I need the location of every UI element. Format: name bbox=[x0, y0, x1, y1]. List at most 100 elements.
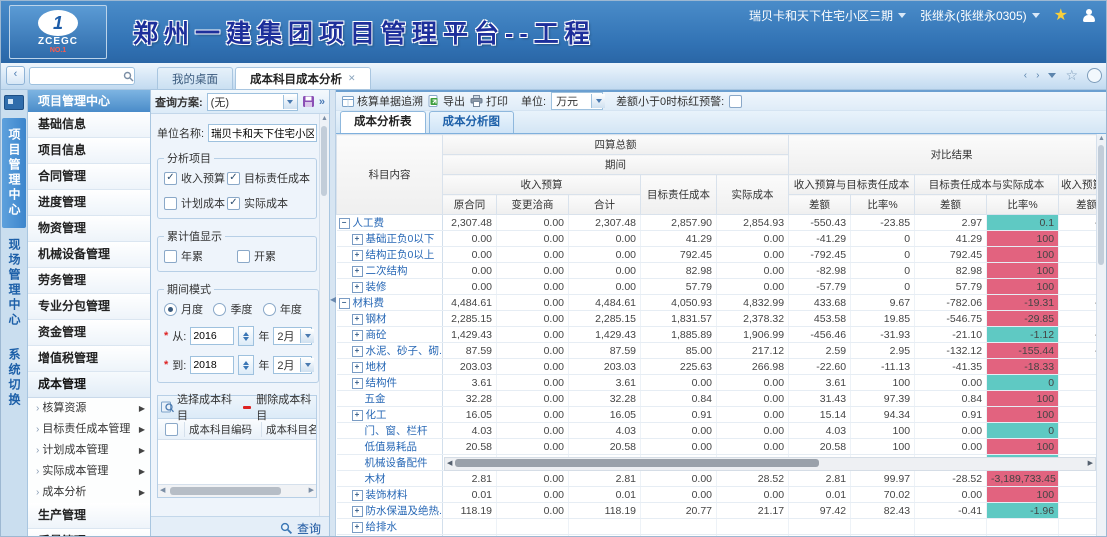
expand-icon[interactable]: + bbox=[352, 314, 363, 325]
subject-cell[interactable]: −材料费 bbox=[337, 295, 443, 311]
analysis-option-收入预算[interactable]: ✓收入预算 bbox=[164, 170, 227, 186]
delete-minus-icon[interactable] bbox=[243, 406, 252, 409]
query-v-scrollbar[interactable]: ▲ bbox=[319, 114, 329, 516]
rail-item-系统切换[interactable]: 系统切换 bbox=[2, 338, 26, 418]
checkbox-checked[interactable]: ✓ bbox=[227, 172, 240, 185]
sidebar-item-成本管理[interactable]: 成本管理 bbox=[28, 372, 150, 398]
radio-selected[interactable] bbox=[164, 303, 177, 316]
grid-h-scrollbar[interactable]: ◀▶ bbox=[444, 457, 1096, 471]
subject-cell[interactable]: +商砼 bbox=[337, 327, 443, 343]
checkbox-unchecked[interactable] bbox=[237, 250, 250, 263]
subject-cell[interactable]: 五金 bbox=[337, 391, 443, 407]
rail-collapse-button[interactable] bbox=[4, 95, 24, 110]
tab-我的桌面[interactable]: 我的桌面 bbox=[157, 67, 233, 89]
tab-list-icon[interactable] bbox=[1048, 73, 1056, 78]
sidebar-subitem-目标责任成本管理[interactable]: ›目标责任成本管理▶ bbox=[28, 419, 150, 440]
subject-cell[interactable]: +地材 bbox=[337, 359, 443, 375]
radio-option-年度[interactable]: 年度 bbox=[263, 301, 312, 317]
sidebar-item-增值税管理[interactable]: 增值税管理 bbox=[28, 346, 150, 372]
tab-scroll-right-icon[interactable]: › bbox=[1036, 70, 1039, 81]
checkbox-checked[interactable]: ✓ bbox=[164, 172, 177, 185]
subject-cell[interactable]: +装修 bbox=[337, 279, 443, 295]
analysis-option-目标责任成本[interactable]: ✓目标责任成本 bbox=[227, 170, 310, 186]
refresh-icon[interactable] bbox=[1087, 68, 1102, 83]
expand-icon[interactable]: + bbox=[352, 266, 363, 277]
analysis-option-计划成本[interactable]: 计划成本 bbox=[164, 195, 227, 211]
analysis-option-实际成本[interactable]: ✓实际成本 bbox=[227, 195, 310, 211]
expand-icon[interactable]: + bbox=[352, 330, 363, 341]
subject-cell[interactable]: +结构件 bbox=[337, 375, 443, 391]
rail-item-现场管理中心[interactable]: 现场管理中心 bbox=[2, 228, 26, 338]
expand-icon[interactable]: + bbox=[352, 506, 363, 517]
subject-cell[interactable]: +防水保温及绝热... bbox=[337, 503, 443, 519]
year-stepper[interactable] bbox=[238, 326, 254, 346]
radio-option-月度[interactable]: 月度 bbox=[164, 301, 213, 317]
save-icon[interactable] bbox=[302, 95, 315, 108]
expand-icon[interactable]: + bbox=[352, 490, 363, 501]
expand-icon[interactable]: + bbox=[352, 362, 363, 373]
tab-scroll-left-icon[interactable]: ‹ bbox=[1024, 70, 1027, 81]
expand-icon[interactable]: + bbox=[352, 522, 363, 533]
sidebar-item-物资管理[interactable]: 物资管理 bbox=[28, 216, 150, 242]
expand-icon[interactable]: + bbox=[352, 250, 363, 261]
query-button[interactable]: 查询 bbox=[297, 520, 321, 537]
accumulate-option-年累[interactable]: 年累 bbox=[164, 248, 237, 264]
collapse-icon[interactable]: − bbox=[339, 298, 350, 309]
expand-icon[interactable]: + bbox=[352, 346, 363, 357]
subject-cell[interactable]: −人工费 bbox=[337, 215, 443, 231]
sidebar-item-劳务管理[interactable]: 劳务管理 bbox=[28, 268, 150, 294]
favorite-star-icon[interactable]: ★ bbox=[1054, 8, 1068, 24]
project-selector[interactable]: 瑞贝卡和天下住宅小区三期 bbox=[749, 7, 906, 24]
sidebar-item-生产管理[interactable]: 生产管理 bbox=[28, 503, 150, 529]
sidebar-item-项目信息[interactable]: 项目信息 bbox=[28, 138, 150, 164]
accumulate-option-开累[interactable]: 开累 bbox=[237, 248, 310, 264]
unit-select[interactable]: 万元 bbox=[551, 92, 603, 110]
warn-checkbox[interactable] bbox=[729, 95, 742, 108]
close-icon[interactable]: ✕ bbox=[348, 73, 356, 84]
checkbox-unchecked[interactable] bbox=[164, 250, 177, 263]
sidebar-item-合同管理[interactable]: 合同管理 bbox=[28, 164, 150, 190]
subject-cell[interactable]: 机械设备配件 bbox=[337, 455, 443, 471]
subject-h-scrollbar[interactable]: ◀▶ bbox=[158, 484, 316, 497]
checkbox-checked[interactable]: ✓ bbox=[227, 197, 240, 210]
trace-button[interactable]: 核算单据追溯 bbox=[342, 93, 423, 109]
tab-成本科目成本分析[interactable]: 成本科目成本分析✕ bbox=[235, 67, 371, 89]
subject-cell[interactable]: 木材 bbox=[337, 471, 443, 487]
to-month-select[interactable]: 2月 bbox=[273, 356, 312, 374]
select-subject-button[interactable]: 选择成本科目 bbox=[177, 391, 234, 423]
subject-cell[interactable]: 低值易耗品 bbox=[337, 439, 443, 455]
export-button[interactable]: 导出 bbox=[428, 93, 465, 109]
search-icon[interactable] bbox=[123, 71, 134, 82]
user-avatar-icon[interactable] bbox=[1082, 9, 1096, 23]
subject-cell[interactable]: +二次结构 bbox=[337, 263, 443, 279]
select-all-checkbox[interactable] bbox=[165, 423, 178, 436]
collapse-icon[interactable]: − bbox=[339, 218, 350, 229]
expand-icon[interactable]: + bbox=[352, 378, 363, 389]
subject-cell[interactable]: +基础正负0以下 bbox=[337, 231, 443, 247]
sidebar-subitem-计划成本管理[interactable]: ›计划成本管理▶ bbox=[28, 440, 150, 461]
unit-name-field[interactable] bbox=[208, 124, 317, 142]
subject-cell[interactable]: 门、窗、栏杆 bbox=[337, 423, 443, 439]
subject-cell[interactable]: +装饰材料 bbox=[337, 487, 443, 503]
subject-cell[interactable]: +化工 bbox=[337, 407, 443, 423]
delete-subject-button[interactable]: 删除成本科目 bbox=[256, 391, 313, 423]
subject-cell[interactable]: +给排水 bbox=[337, 519, 443, 535]
sidebar-item-质量管理[interactable]: 质量管理 bbox=[28, 529, 150, 537]
year-stepper[interactable] bbox=[238, 355, 254, 375]
back-button[interactable]: ‹ bbox=[6, 66, 25, 85]
more-options-icon[interactable]: » bbox=[319, 96, 325, 108]
sidebar-item-资金管理[interactable]: 资金管理 bbox=[28, 320, 150, 346]
subject-cell[interactable]: +钢材 bbox=[337, 311, 443, 327]
rail-item-项目管理中心[interactable]: 项目管理中心 bbox=[2, 118, 26, 228]
to-year-field[interactable] bbox=[190, 356, 234, 374]
quick-search-input[interactable] bbox=[30, 70, 123, 82]
sidebar-item-进度管理[interactable]: 进度管理 bbox=[28, 190, 150, 216]
grid-v-scrollbar[interactable]: ▲ bbox=[1096, 134, 1106, 537]
bookmark-icon[interactable]: ☆ bbox=[1065, 67, 1078, 84]
sidebar-item-基础信息[interactable]: 基础信息 bbox=[28, 112, 150, 138]
from-year-field[interactable] bbox=[190, 327, 234, 345]
radio-unselected[interactable] bbox=[263, 303, 276, 316]
user-menu[interactable]: 张继永(张继永0305) bbox=[920, 7, 1040, 24]
sidebar-item-专业分包管理[interactable]: 专业分包管理 bbox=[28, 294, 150, 320]
expand-icon[interactable]: + bbox=[352, 410, 363, 421]
